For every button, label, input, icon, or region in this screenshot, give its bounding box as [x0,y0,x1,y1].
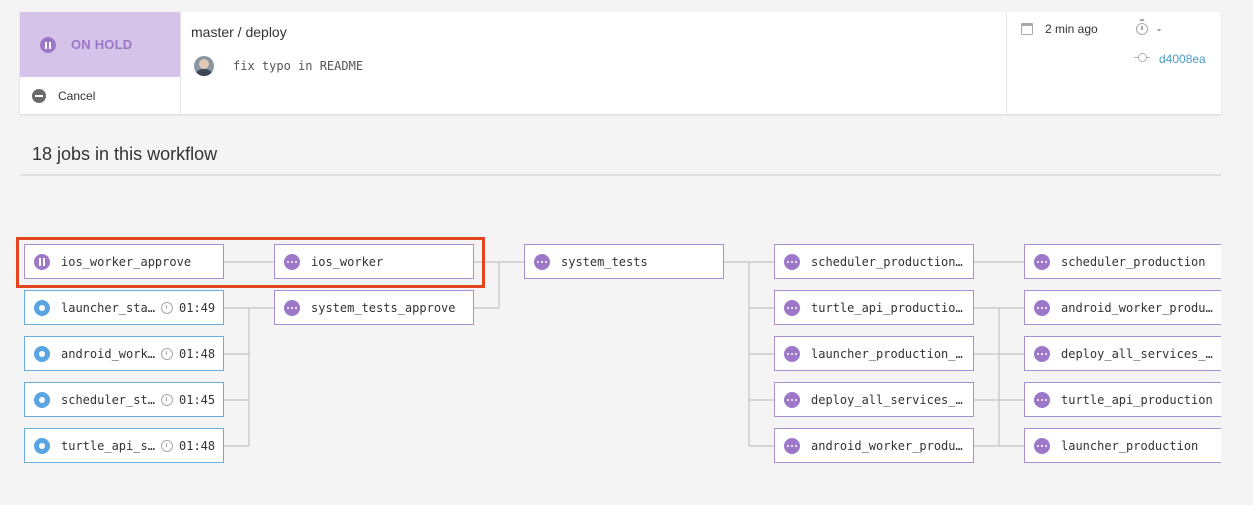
calendar-icon [1021,23,1033,35]
pause-icon [40,37,56,53]
dots-icon [784,438,800,454]
job-name: android_work… [61,347,155,361]
pause-icon [34,254,50,270]
running-icon [34,346,50,362]
job-launcher-staging[interactable]: launcher_sta… 01:49 [24,290,224,325]
timer-icon [161,302,173,314]
job-duration: 01:48 [179,347,216,361]
dots-icon [284,254,300,270]
divider [180,12,181,114]
timer-icon [161,348,173,360]
commit-message: fix typo in README [233,59,364,73]
job-scheduler-production[interactable]: scheduler_production [1024,244,1221,279]
commit-icon [1134,53,1150,62]
cancel-label[interactable]: Cancel [58,89,95,103]
workflow-header: ON HOLD Cancel master / deploy fix typo … [20,12,1221,114]
timer-icon [161,394,173,406]
job-android-worker-production-approve[interactable]: android_worker_produ… [774,428,974,463]
running-icon [34,438,50,454]
jobs-count-title: 18 jobs in this workflow [32,144,218,164]
job-name: android_worker_produ… [1061,301,1213,315]
job-ios-worker[interactable]: ios_worker [274,244,474,279]
job-name: ios_worker_approve [61,255,192,269]
status-label: ON HOLD [71,37,133,52]
timer-icon [1136,19,1148,35]
dots-icon [784,300,800,316]
job-turtle-api-production-approve[interactable]: turtle_api_productio… [774,290,974,325]
job-name: turtle_api_production [1061,393,1213,407]
dots-icon [784,254,800,270]
job-name: scheduler_production [1061,255,1206,269]
commit-sha-link[interactable]: d4008ea [1159,52,1206,66]
dots-icon [1034,392,1050,408]
job-turtle-api-staging[interactable]: turtle_api_s… 01:48 [24,428,224,463]
dots-icon [284,300,300,316]
job-turtle-api-production[interactable]: turtle_api_production [1024,382,1221,417]
avatar [194,56,214,76]
duration: - [1157,22,1161,36]
job-name: launcher_production [1061,439,1199,453]
job-system-tests-approve[interactable]: system_tests_approve [274,290,474,325]
timer-icon [161,440,173,452]
job-system-tests[interactable]: system_tests [524,244,724,279]
job-name: launcher_production_… [811,347,963,361]
job-scheduler-production-approve[interactable]: scheduler_production… [774,244,974,279]
workflow-graph: ios_worker_approve ios_worker launcher_s… [0,200,1221,500]
job-name: system_tests_approve [311,301,456,315]
dots-icon [1034,300,1050,316]
job-name: deploy_all_services_… [1061,347,1213,361]
job-name: deploy_all_services_… [811,393,963,407]
dots-icon [1034,438,1050,454]
running-icon [34,300,50,316]
divider [20,174,1221,176]
job-duration: 01:49 [179,301,216,315]
job-duration: 01:48 [179,439,216,453]
cancel-icon[interactable] [32,89,46,103]
dots-icon [784,346,800,362]
dots-icon [1034,254,1050,270]
job-deploy-all-services-approve[interactable]: deploy_all_services_… [774,382,974,417]
job-name: scheduler_production… [811,255,963,269]
running-icon [34,392,50,408]
branch-name: master / deploy [191,24,287,40]
dots-icon [1034,346,1050,362]
job-name: system_tests [561,255,648,269]
dots-icon [534,254,550,270]
job-android-worker-production[interactable]: android_worker_produ… [1024,290,1221,325]
job-android-worker-staging[interactable]: android_work… 01:48 [24,336,224,371]
dots-icon [784,392,800,408]
job-name: turtle_api_productio… [811,301,963,315]
job-launcher-production[interactable]: launcher_production [1024,428,1221,463]
divider [1006,12,1007,114]
job-name: scheduler_st… [61,393,155,407]
job-deploy-all-services[interactable]: deploy_all_services_… [1024,336,1221,371]
job-duration: 01:45 [179,393,216,407]
job-scheduler-staging[interactable]: scheduler_st… 01:45 [24,382,224,417]
job-name: android_worker_produ… [811,439,963,453]
job-name: turtle_api_s… [61,439,155,453]
time-ago: 2 min ago [1045,22,1098,36]
job-name: launcher_sta… [61,301,155,315]
job-ios-worker-approve[interactable]: ios_worker_approve [24,244,224,279]
job-name: ios_worker [311,255,384,269]
status-badge: ON HOLD [20,12,180,77]
job-launcher-production-approve[interactable]: launcher_production_… [774,336,974,371]
